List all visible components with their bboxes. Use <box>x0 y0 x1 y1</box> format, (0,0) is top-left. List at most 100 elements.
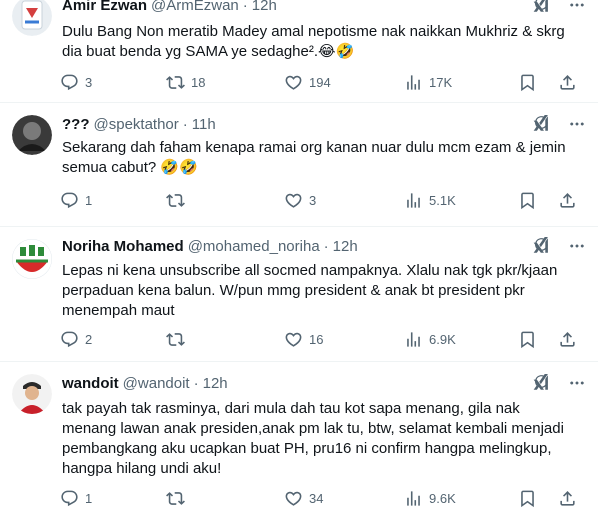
bookmark-button[interactable] <box>518 489 558 508</box>
like-button[interactable]: 34 <box>284 489 404 508</box>
grok-icon[interactable] <box>532 0 550 14</box>
reply-button[interactable]: 1 <box>54 191 166 210</box>
reply-button[interactable]: 2 <box>54 330 166 349</box>
like-button[interactable]: 3 <box>284 191 404 210</box>
share-button[interactable] <box>558 489 582 508</box>
bookmark-button[interactable] <box>518 73 558 92</box>
views-button[interactable]: 9.6K <box>404 489 518 508</box>
more-icon[interactable] <box>568 237 586 255</box>
views-icon <box>404 73 423 92</box>
retweet-icon <box>166 191 185 210</box>
action-bar: 1 3 5.1K <box>54 190 584 210</box>
tweet-text: Lepas ni kena unsubscribe all socmed nam… <box>62 262 558 319</box>
like-icon <box>284 330 303 349</box>
retweet-count: 18 <box>191 74 206 90</box>
retweet-icon <box>166 330 185 349</box>
like-icon <box>284 73 303 92</box>
user-handle[interactable]: @mohamed_noriha <box>188 237 320 257</box>
display-name[interactable]: ??? <box>62 115 90 135</box>
tweet-card[interactable]: Amir Ezwan @ArmEzwan · 12h Dulu Bang Non… <box>0 0 598 103</box>
tweet-text: tak payah tak rasminya, dari mula dah ta… <box>62 400 564 477</box>
action-bar: 3 18 194 17K <box>54 72 584 92</box>
separator-dot: · <box>323 238 329 255</box>
bookmark-icon <box>518 191 537 210</box>
reply-icon <box>60 330 79 349</box>
avatar[interactable] <box>12 374 52 414</box>
tweet-text: Sekarang dah faham kenapa ramai org kana… <box>62 139 566 176</box>
share-button[interactable] <box>558 73 582 92</box>
share-button[interactable] <box>558 191 582 210</box>
reply-icon <box>60 489 79 508</box>
display-name[interactable]: wandoit <box>62 374 119 394</box>
like-button[interactable]: 16 <box>284 330 404 349</box>
reply-button[interactable]: 1 <box>54 489 166 508</box>
separator-dot: · <box>182 116 188 133</box>
timestamp[interactable]: 12h <box>203 374 228 394</box>
reply-count: 1 <box>85 192 93 208</box>
views-icon <box>404 191 423 210</box>
retweet-button[interactable] <box>166 191 284 210</box>
reply-icon <box>60 73 79 92</box>
like-button[interactable]: 194 <box>284 73 404 92</box>
like-count: 16 <box>309 331 324 347</box>
separator-dot: · <box>242 0 248 14</box>
bookmark-icon <box>518 73 537 92</box>
avatar[interactable] <box>12 239 52 279</box>
bookmark-button[interactable] <box>518 330 558 349</box>
reply-count: 1 <box>85 490 93 506</box>
view-count: 9.6K <box>429 490 456 506</box>
views-icon <box>404 330 423 349</box>
retweet-button[interactable] <box>166 489 284 508</box>
share-icon <box>558 330 577 349</box>
like-count: 194 <box>309 74 331 90</box>
reply-count: 3 <box>85 74 93 90</box>
views-button[interactable]: 5.1K <box>404 191 518 210</box>
more-icon[interactable] <box>568 115 586 133</box>
user-handle[interactable]: @spektathor <box>94 115 179 135</box>
tweet-card[interactable]: ??? @spektathor · 11h Sekarang dah faham… <box>0 103 598 227</box>
like-icon <box>284 489 303 508</box>
tweet-text: Dulu Bang Non meratib Madey amal nepotis… <box>62 23 565 60</box>
display-name[interactable]: Amir Ezwan <box>62 0 147 16</box>
bookmark-icon <box>518 489 537 508</box>
views-icon <box>404 489 423 508</box>
avatar[interactable] <box>12 115 52 155</box>
user-handle[interactable]: @ArmEzwan <box>151 0 239 16</box>
retweet-icon <box>166 73 185 92</box>
view-count: 17K <box>429 74 453 90</box>
tweet-card[interactable]: wandoit @wandoit · 12h tak payah tak ras… <box>0 362 598 508</box>
reply-icon <box>60 191 79 210</box>
share-icon <box>558 73 577 92</box>
views-button[interactable]: 17K <box>404 73 518 92</box>
share-button[interactable] <box>558 330 582 349</box>
grok-icon[interactable] <box>532 115 550 133</box>
action-bar: 1 34 9.6K <box>54 488 584 508</box>
reply-button[interactable]: 3 <box>54 73 166 92</box>
timestamp[interactable]: 12h <box>252 0 277 16</box>
grok-icon[interactable] <box>532 374 550 392</box>
like-icon <box>284 191 303 210</box>
timestamp[interactable]: 11h <box>192 115 216 135</box>
retweet-button[interactable] <box>166 330 284 349</box>
retweet-icon <box>166 489 185 508</box>
reply-count: 2 <box>85 331 93 347</box>
more-icon[interactable] <box>568 374 586 392</box>
view-count: 5.1K <box>429 192 456 208</box>
share-icon <box>558 489 577 508</box>
like-count: 34 <box>309 490 324 506</box>
tweet-card[interactable]: Noriha Mohamed @mohamed_noriha · 12h Lep… <box>0 227 598 362</box>
grok-icon[interactable] <box>532 237 550 255</box>
bookmark-icon <box>518 330 537 349</box>
display-name[interactable]: Noriha Mohamed <box>62 237 184 257</box>
action-bar: 2 16 6.9K <box>54 329 584 349</box>
view-count: 6.9K <box>429 331 456 347</box>
retweet-button[interactable]: 18 <box>166 73 284 92</box>
timestamp[interactable]: 12h <box>333 237 358 257</box>
views-button[interactable]: 6.9K <box>404 330 518 349</box>
bookmark-button[interactable] <box>518 191 558 210</box>
avatar[interactable] <box>12 0 52 36</box>
separator-dot: · <box>193 375 199 392</box>
like-count: 3 <box>309 192 317 208</box>
more-icon[interactable] <box>568 0 586 14</box>
user-handle[interactable]: @wandoit <box>123 374 190 394</box>
